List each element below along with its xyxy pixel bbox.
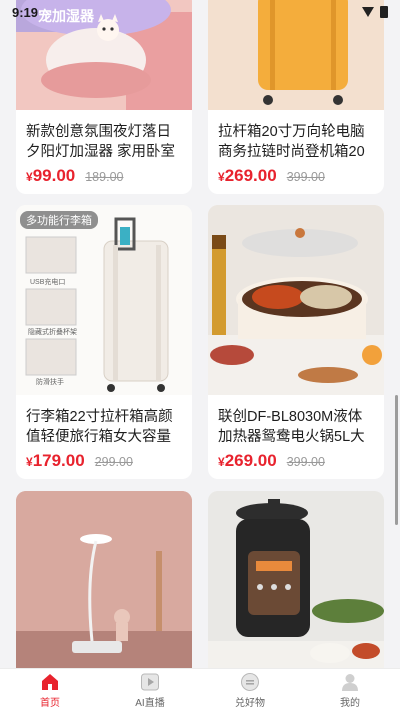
price-row: ¥ 269.00 399.00 [208, 166, 384, 186]
price-row: ¥ 179.00 299.00 [16, 451, 192, 471]
tab-home[interactable]: 首页 [0, 669, 100, 712]
product-price: 269.00 [224, 451, 277, 470]
price-row: ¥ 99.00 189.00 [16, 166, 192, 186]
image-label: 隐藏式折叠杯架 [28, 329, 77, 336]
status-icons [362, 6, 388, 18]
original-price: 399.00 [286, 170, 325, 184]
price-row: ¥ 269.00 399.00 [208, 451, 384, 471]
exchange-icon [241, 673, 259, 691]
battery-icon [380, 6, 388, 18]
product-card[interactable]: 拉杆箱20寸万向轮电脑商务拉链时尚登机箱20寸... ¥ 269.00 399.… [208, 0, 384, 194]
product-title: 拉杆箱20寸万向轮电脑商务拉链时尚登机箱20寸... [218, 124, 365, 160]
product-title: 新款创意氛围夜灯落日夕阳灯加湿器 家用卧室补... [26, 124, 176, 160]
scrollbar[interactable] [395, 395, 398, 525]
currency-symbol: ¥ [218, 455, 225, 469]
original-price: 299.00 [94, 455, 133, 469]
product-image [16, 491, 192, 668]
tab-exchange[interactable]: 兑好物 [200, 669, 300, 712]
product-price: 179.00 [32, 451, 85, 470]
original-price: 189.00 [85, 170, 124, 184]
tab-label: 首页 [40, 698, 60, 709]
product-card[interactable] [16, 491, 192, 668]
product-title: 联创DF-BL8030M液体加热器鸳鸯电火锅5L大容... [218, 409, 365, 445]
currency-symbol: ¥ [218, 170, 225, 184]
currency-symbol: ¥ [26, 170, 33, 184]
product-image [208, 491, 384, 668]
image-label: USB充电口 [30, 279, 66, 286]
product-price: 269.00 [224, 166, 277, 185]
product-card[interactable] [208, 491, 384, 668]
bottom-tab-bar: 首页 AI直播 兑好物 我的 [0, 668, 400, 712]
product-price: 99.00 [32, 166, 76, 185]
status-bar: 9:19 [0, 0, 400, 24]
product-image: 多功能行李箱 USB充电口 隐藏式折叠杯架 防滑扶手 [16, 205, 192, 395]
tab-mine[interactable]: 我的 [300, 669, 400, 712]
product-card[interactable]: 宠加湿器 新款创意氛围夜灯落日夕阳灯加湿器 家用卧室补... ¥ 99.00 1… [16, 0, 192, 194]
product-title: 行李箱22寸拉杆箱高颜值轻便旅行箱女大容量静... [26, 409, 173, 445]
tab-label: 兑好物 [235, 698, 265, 709]
play-icon [141, 673, 159, 691]
product-image [208, 205, 384, 395]
product-card[interactable]: 多功能行李箱 USB充电口 隐藏式折叠杯架 防滑扶手 行李箱22寸拉杆箱高颜值轻… [16, 205, 192, 479]
user-icon [342, 674, 358, 691]
product-card[interactable]: 联创DF-BL8030M液体加热器鸳鸯电火锅5L大容... ¥ 269.00 3… [208, 205, 384, 479]
currency-symbol: ¥ [26, 455, 33, 469]
tab-label: AI直播 [135, 698, 165, 709]
tab-label: 我的 [340, 698, 360, 709]
image-label: 防滑扶手 [36, 379, 64, 386]
product-tag: 多功能行李箱 [20, 211, 98, 229]
home-icon [42, 674, 58, 690]
tab-ai-live[interactable]: AI直播 [100, 669, 200, 712]
original-price: 399.00 [286, 455, 325, 469]
product-feed[interactable]: 宠加湿器 新款创意氛围夜灯落日夕阳灯加湿器 家用卧室补... ¥ 99.00 1… [0, 0, 400, 668]
wifi-icon [362, 7, 374, 17]
status-time: 9:19 [12, 4, 39, 20]
